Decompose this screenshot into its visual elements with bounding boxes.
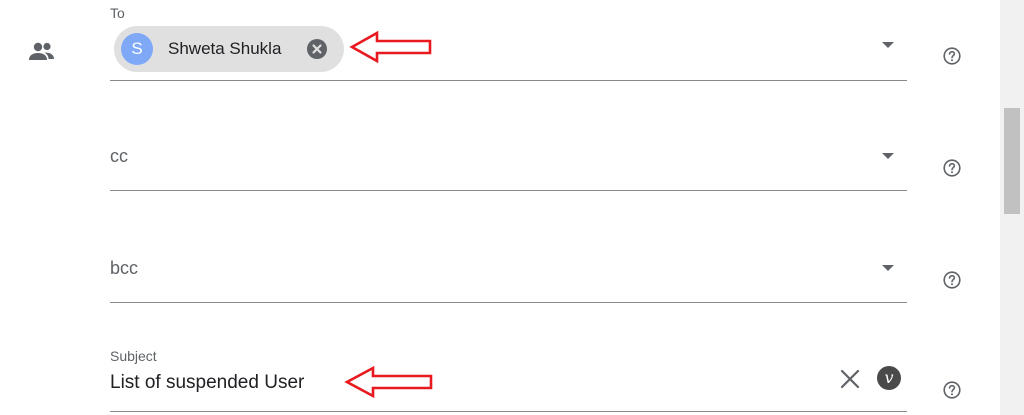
variable-icon[interactable]: v (877, 366, 901, 390)
to-field-underline (110, 80, 907, 81)
red-arrow-icon (349, 30, 432, 64)
subject-field-underline (110, 411, 907, 412)
people-icon (29, 42, 54, 60)
subject-field-label: Subject (110, 348, 157, 364)
subject-help-icon[interactable] (942, 380, 962, 400)
cc-dropdown-arrow-icon[interactable] (882, 153, 894, 159)
to-dropdown-arrow-icon[interactable] (882, 42, 894, 48)
scrollbar-thumb[interactable] (1004, 108, 1020, 214)
to-help-icon[interactable] (942, 46, 962, 66)
bcc-dropdown-arrow-icon[interactable] (882, 265, 894, 271)
bcc-field-underline (110, 302, 907, 303)
bcc-help-icon[interactable] (942, 270, 962, 290)
cc-input[interactable]: cc (110, 146, 128, 167)
to-field-label: To (110, 5, 125, 21)
bcc-input[interactable]: bcc (110, 258, 138, 279)
subject-input[interactable]: List of suspended User (110, 372, 304, 394)
cc-help-icon[interactable] (942, 158, 962, 178)
recipient-name: Shweta Shukla (168, 39, 282, 58)
clear-subject-close-icon[interactable] (839, 368, 861, 390)
remove-recipient-icon[interactable] (307, 39, 327, 59)
red-arrow-icon (344, 365, 433, 399)
recipient-chip[interactable]: S Shweta Shukla (114, 26, 344, 72)
recipient-avatar: S (121, 33, 153, 65)
cc-field-underline (110, 190, 907, 191)
